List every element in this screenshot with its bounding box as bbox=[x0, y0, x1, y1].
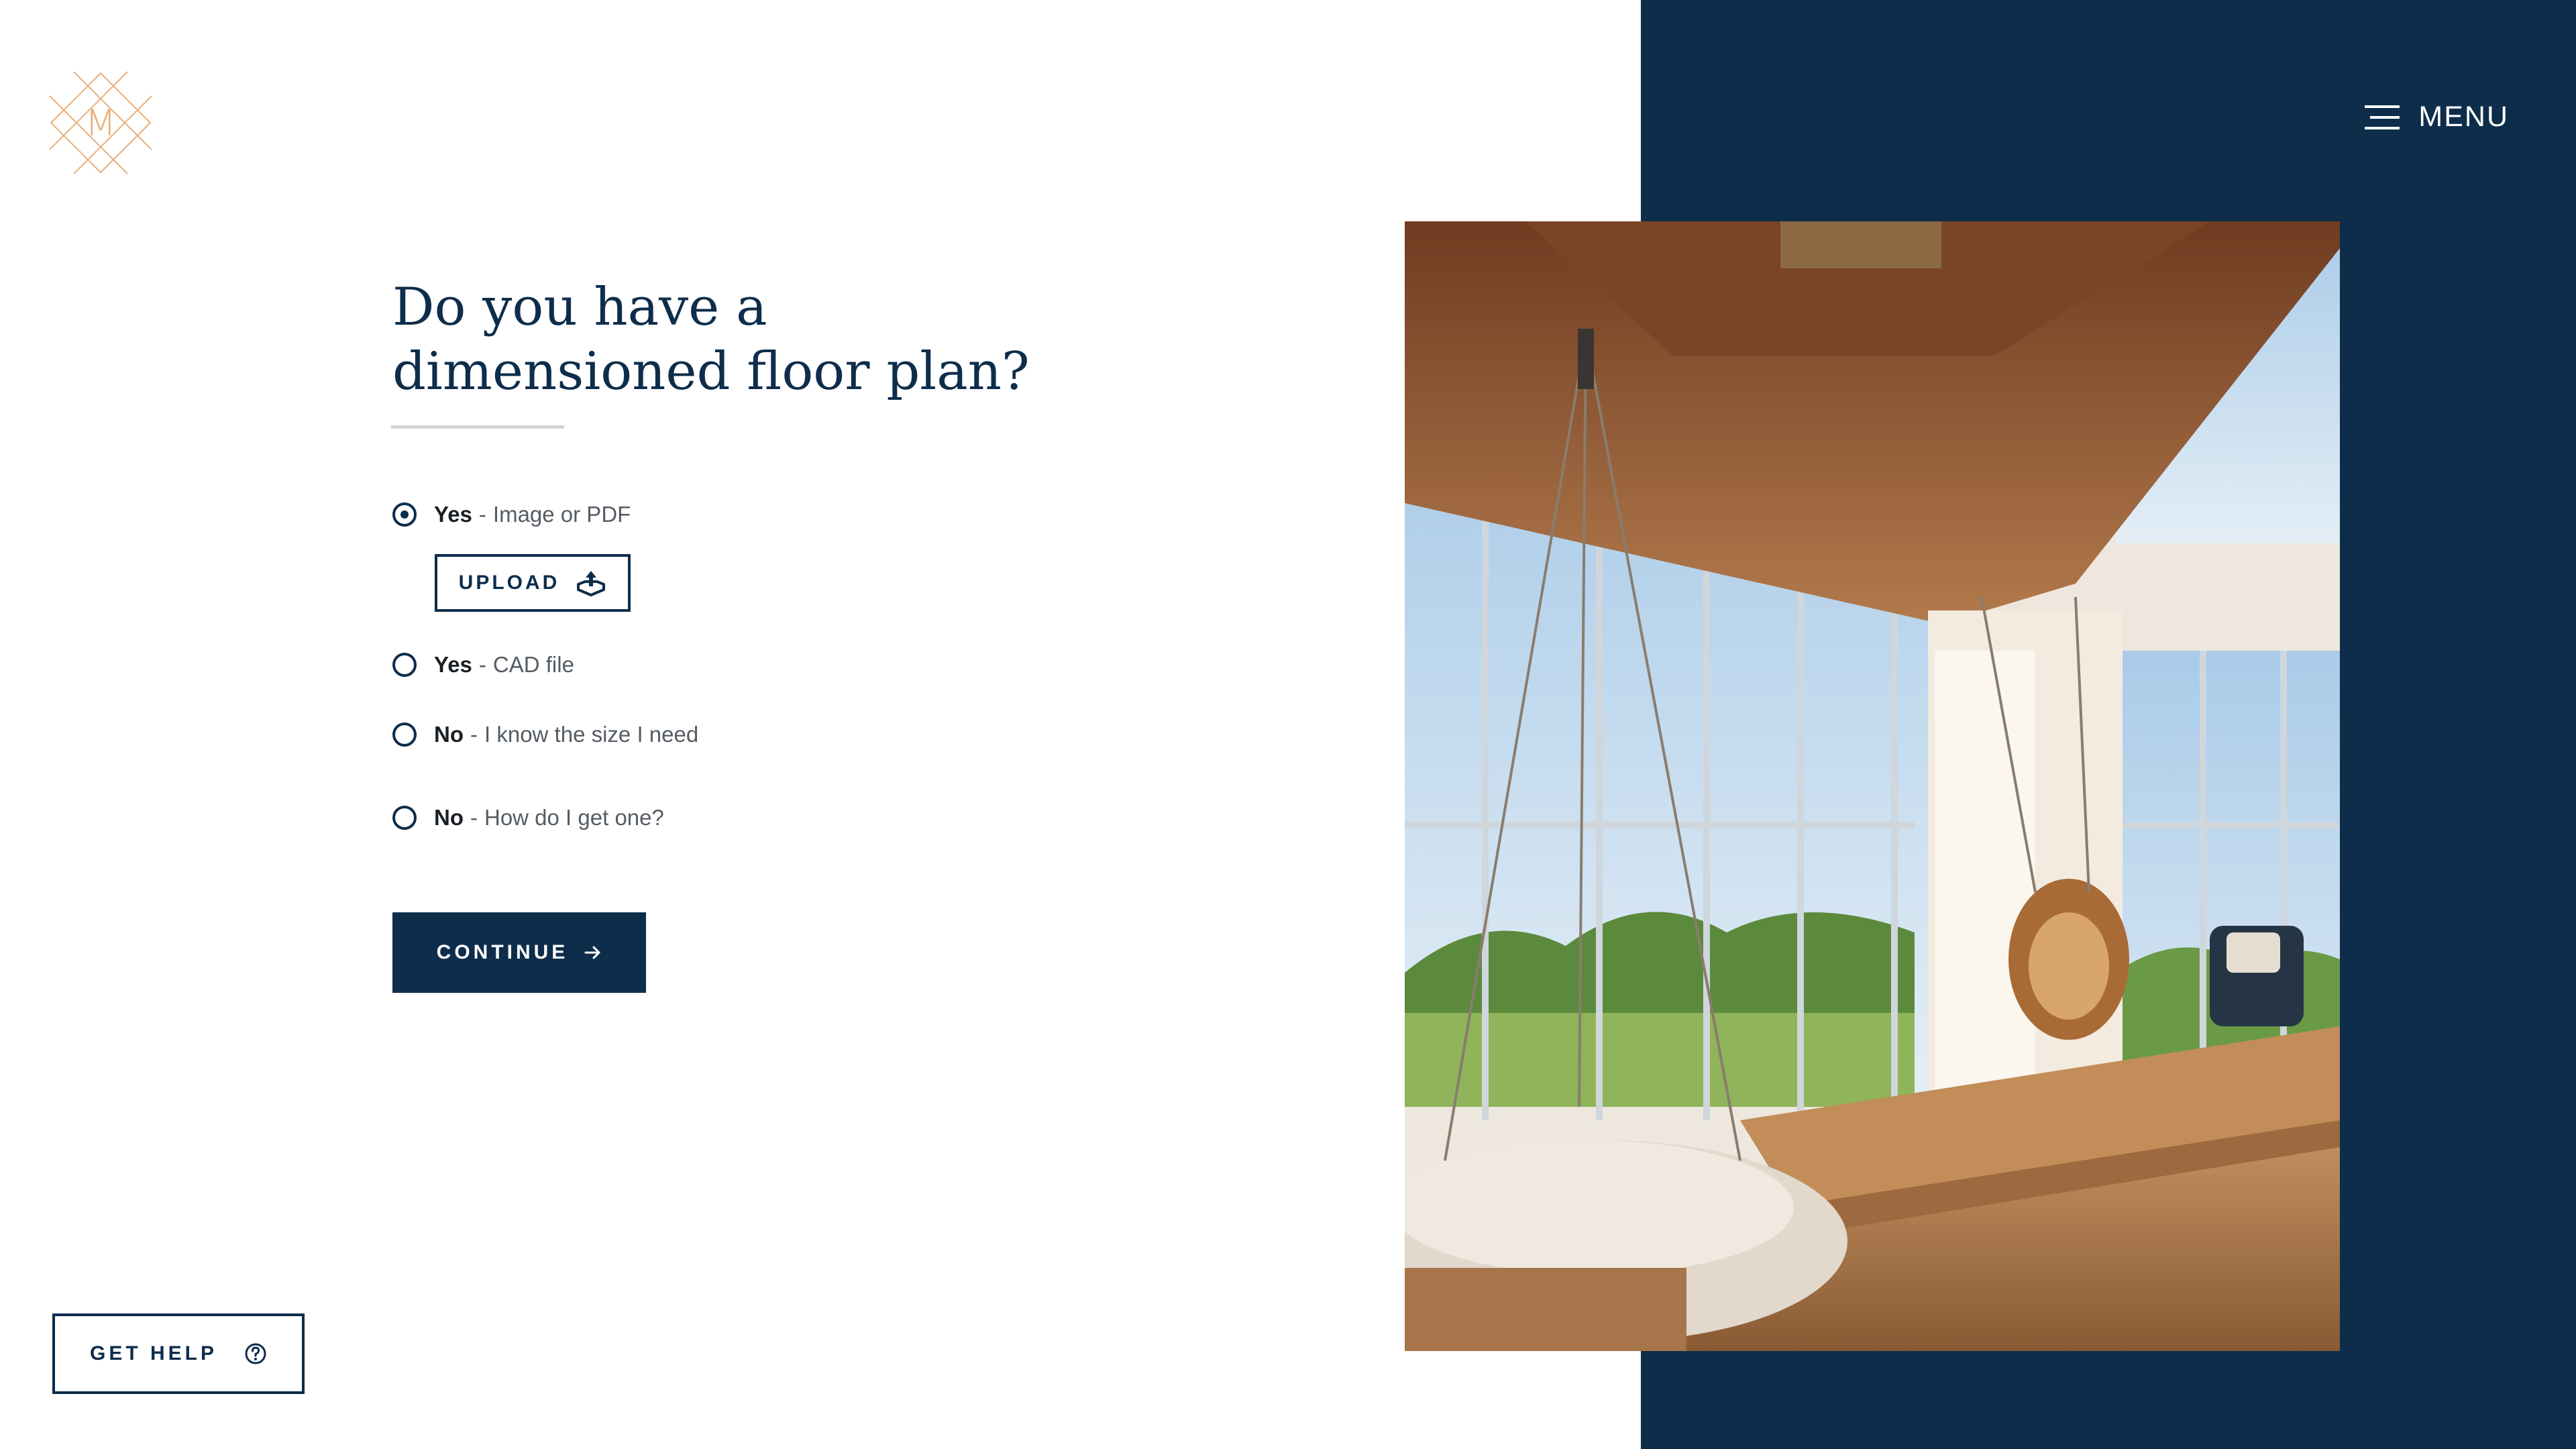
option-title: Yes bbox=[434, 652, 472, 677]
continue-button[interactable]: CONTINUE bbox=[392, 912, 646, 993]
hamburger-icon bbox=[2365, 105, 2400, 129]
option-detail: Image or PDF bbox=[492, 502, 631, 527]
interior-photo bbox=[1405, 221, 2340, 1351]
interior-photo-art bbox=[1405, 221, 2340, 1351]
option-detail: I know the size I need bbox=[484, 722, 699, 747]
question-line-1: Do you have a bbox=[392, 277, 767, 337]
brand-logo[interactable]: M bbox=[48, 70, 153, 175]
logo-letter: M bbox=[85, 101, 117, 144]
menu-button[interactable]: MENU bbox=[2362, 101, 2509, 133]
menu-label: MENU bbox=[2418, 101, 2509, 133]
radio-button[interactable] bbox=[392, 722, 417, 747]
upload-icon bbox=[577, 571, 606, 596]
option-title: Yes bbox=[434, 502, 472, 527]
option-yes-cad[interactable]: Yes - CAD file bbox=[392, 652, 574, 678]
arrow-right-icon bbox=[584, 946, 600, 959]
option-separator: - bbox=[470, 722, 478, 747]
page-question: Do you have a dimensioned floor plan? bbox=[392, 275, 1130, 404]
get-help-button[interactable]: GET HELP bbox=[52, 1313, 305, 1394]
radio-button[interactable] bbox=[392, 653, 417, 677]
question-circle-icon bbox=[245, 1343, 266, 1364]
radio-button-checked[interactable] bbox=[392, 502, 417, 527]
continue-label: CONTINUE bbox=[436, 941, 569, 963]
option-separator: - bbox=[470, 805, 478, 830]
option-detail: CAD file bbox=[492, 652, 574, 677]
option-separator: - bbox=[478, 652, 486, 677]
question-line-2: dimensioned floor plan? bbox=[392, 341, 1030, 402]
upload-button[interactable]: UPLOAD bbox=[435, 554, 631, 612]
get-help-label: GET HELP bbox=[89, 1342, 217, 1364]
option-separator: - bbox=[478, 502, 486, 527]
option-yes-image-pdf[interactable]: Yes - Image or PDF bbox=[392, 502, 631, 527]
option-no-how-get[interactable]: No - How do I get one? bbox=[392, 805, 664, 830]
radio-button[interactable] bbox=[392, 806, 417, 830]
option-title: No bbox=[434, 722, 464, 747]
upload-label: UPLOAD bbox=[458, 572, 560, 594]
title-divider bbox=[391, 425, 564, 429]
option-title: No bbox=[434, 805, 464, 830]
option-no-know-size[interactable]: No - I know the size I need bbox=[392, 722, 698, 747]
option-detail: How do I get one? bbox=[484, 805, 664, 830]
